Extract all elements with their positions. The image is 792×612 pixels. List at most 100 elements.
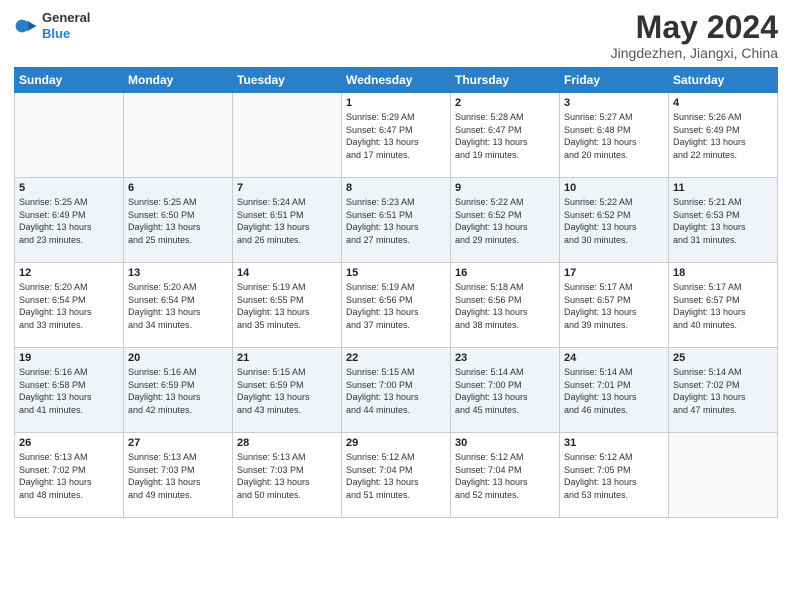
title-block: May 2024 Jingdezhen, Jiangxi, China xyxy=(611,10,778,61)
day-number: 25 xyxy=(673,352,773,364)
table-row: 27 Sunrise: 5:13 AM Sunset: 7:03 PM Dayli… xyxy=(124,433,233,518)
calendar-week-row: 19 Sunrise: 5:16 AM Sunset: 6:58 PM Dayli… xyxy=(15,348,778,433)
day-info: Sunrise: 5:13 AM Sunset: 7:02 PM Dayligh… xyxy=(19,451,119,501)
day-number: 18 xyxy=(673,267,773,279)
table-row: 2Sunrise: 5:28 AM Sunset: 6:47 PM Daylig… xyxy=(451,93,560,178)
col-thursday: Thursday xyxy=(451,68,560,93)
table-row: 24 Sunrise: 5:14 AM Sunset: 7:01 PM Dayli… xyxy=(560,348,669,433)
table-row: 3 Sunrise: 5:27 AM Sunset: 6:48 PM Daylig… xyxy=(560,93,669,178)
day-number: 26 xyxy=(19,437,119,449)
day-info: Sunrise: 5:13 AM Sunset: 7:03 PM Dayligh… xyxy=(128,451,228,501)
day-info: Sunrise: 5:17 AM Sunset: 6:57 PM Dayligh… xyxy=(673,281,773,331)
day-info: Sunrise: 5:22 AM Sunset: 6:52 PM Dayligh… xyxy=(564,196,664,246)
table-row: 12 Sunrise: 5:20 AM Sunset: 6:54 PM Dayli… xyxy=(15,263,124,348)
calendar-page: General Blue May 2024 Jingdezhen, Jiangx… xyxy=(0,0,792,612)
day-number: 23 xyxy=(455,352,555,364)
day-number: 11 xyxy=(673,182,773,194)
table-row: 25 Sunrise: 5:14 AM Sunset: 7:02 PM Dayli… xyxy=(669,348,778,433)
table-row: 20 Sunrise: 5:16 AM Sunset: 6:59 PM Dayli… xyxy=(124,348,233,433)
logo-general: General xyxy=(42,10,90,25)
table-row: 13Sunrise: 5:20 AM Sunset: 6:54 PM Dayli… xyxy=(124,263,233,348)
calendar-week-row: 1 Sunrise: 5:29 AM Sunset: 6:47 PM Daylig… xyxy=(15,93,778,178)
col-tuesday: Tuesday xyxy=(233,68,342,93)
day-number: 10 xyxy=(564,182,664,194)
table-row: 5 Sunrise: 5:25 AM Sunset: 6:49 PM Daylig… xyxy=(15,178,124,263)
col-sunday: Sunday xyxy=(15,68,124,93)
table-row xyxy=(669,433,778,518)
day-info: Sunrise: 5:25 AM Sunset: 6:50 PM Dayligh… xyxy=(128,196,228,246)
day-number: 31 xyxy=(564,437,664,449)
table-row: 22 Sunrise: 5:15 AM Sunset: 7:00 PM Dayli… xyxy=(342,348,451,433)
day-info: Sunrise: 5:14 AM Sunset: 7:02 PM Dayligh… xyxy=(673,366,773,416)
day-info: Sunrise: 5:26 AM Sunset: 6:49 PM Dayligh… xyxy=(673,111,773,161)
day-number: 21 xyxy=(237,352,337,364)
table-row: 8 Sunrise: 5:23 AM Sunset: 6:51 PM Daylig… xyxy=(342,178,451,263)
table-row: 31 Sunrise: 5:12 AM Sunset: 7:05 PM Dayli… xyxy=(560,433,669,518)
day-info: Sunrise: 5:27 AM Sunset: 6:48 PM Dayligh… xyxy=(564,111,664,161)
day-number: 6 xyxy=(128,182,228,194)
day-info: Sunrise: 5:14 AM Sunset: 7:01 PM Dayligh… xyxy=(564,366,664,416)
day-number: 3 xyxy=(564,97,664,109)
day-info: Sunrise: 5:25 AM Sunset: 6:49 PM Dayligh… xyxy=(19,196,119,246)
day-info: Sunrise: 5:20 AM Sunset: 6:54 PM Dayligh… xyxy=(19,281,119,331)
table-row: 17 Sunrise: 5:17 AM Sunset: 6:57 PM Dayli… xyxy=(560,263,669,348)
calendar-week-row: 26 Sunrise: 5:13 AM Sunset: 7:02 PM Dayli… xyxy=(15,433,778,518)
table-row: 9 Sunrise: 5:22 AM Sunset: 6:52 PM Daylig… xyxy=(451,178,560,263)
table-row: 10 Sunrise: 5:22 AM Sunset: 6:52 PM Dayli… xyxy=(560,178,669,263)
calendar-week-row: 5 Sunrise: 5:25 AM Sunset: 6:49 PM Daylig… xyxy=(15,178,778,263)
logo: General Blue xyxy=(14,10,90,41)
day-number: 4 xyxy=(673,97,773,109)
day-info: Sunrise: 5:29 AM Sunset: 6:47 PM Dayligh… xyxy=(346,111,446,161)
day-info: Sunrise: 5:28 AM Sunset: 6:47 PM Dayligh… xyxy=(455,111,555,161)
day-info: Sunrise: 5:16 AM Sunset: 6:58 PM Dayligh… xyxy=(19,366,119,416)
day-info: Sunrise: 5:19 AM Sunset: 6:55 PM Dayligh… xyxy=(237,281,337,331)
day-number: 17 xyxy=(564,267,664,279)
day-info: Sunrise: 5:17 AM Sunset: 6:57 PM Dayligh… xyxy=(564,281,664,331)
day-number: 5 xyxy=(19,182,119,194)
logo-text: General Blue xyxy=(42,10,90,41)
day-number: 8 xyxy=(346,182,446,194)
day-number: 19 xyxy=(19,352,119,364)
table-row: 28Sunrise: 5:13 AM Sunset: 7:03 PM Dayli… xyxy=(233,433,342,518)
table-row: 1 Sunrise: 5:29 AM Sunset: 6:47 PM Daylig… xyxy=(342,93,451,178)
table-row: 6 Sunrise: 5:25 AM Sunset: 6:50 PM Daylig… xyxy=(124,178,233,263)
table-row: 7 Sunrise: 5:24 AM Sunset: 6:51 PM Daylig… xyxy=(233,178,342,263)
day-info: Sunrise: 5:24 AM Sunset: 6:51 PM Dayligh… xyxy=(237,196,337,246)
day-number: 14 xyxy=(237,267,337,279)
day-number: 20 xyxy=(128,352,228,364)
calendar-header-row: Sunday Monday Tuesday Wednesday Thursday… xyxy=(15,68,778,93)
table-row: 30Sunrise: 5:12 AM Sunset: 7:04 PM Dayli… xyxy=(451,433,560,518)
calendar-week-row: 12 Sunrise: 5:20 AM Sunset: 6:54 PM Dayli… xyxy=(15,263,778,348)
day-number: 24 xyxy=(564,352,664,364)
logo-icon xyxy=(14,14,38,38)
day-number: 7 xyxy=(237,182,337,194)
day-number: 15 xyxy=(346,267,446,279)
day-info: Sunrise: 5:23 AM Sunset: 6:51 PM Dayligh… xyxy=(346,196,446,246)
table-row: 19 Sunrise: 5:16 AM Sunset: 6:58 PM Dayli… xyxy=(15,348,124,433)
table-row xyxy=(124,93,233,178)
day-number: 16 xyxy=(455,267,555,279)
table-row: 26 Sunrise: 5:13 AM Sunset: 7:02 PM Dayli… xyxy=(15,433,124,518)
table-row: 16 Sunrise: 5:18 AM Sunset: 6:56 PM Dayli… xyxy=(451,263,560,348)
day-number: 29 xyxy=(346,437,446,449)
col-saturday: Saturday xyxy=(669,68,778,93)
day-info: Sunrise: 5:20 AM Sunset: 6:54 PM Dayligh… xyxy=(128,281,228,331)
day-info: Sunrise: 5:15 AM Sunset: 6:59 PM Dayligh… xyxy=(237,366,337,416)
day-number: 9 xyxy=(455,182,555,194)
day-number: 27 xyxy=(128,437,228,449)
day-info: Sunrise: 5:13 AM Sunset: 7:03 PM Dayligh… xyxy=(237,451,337,501)
day-number: 1 xyxy=(346,97,446,109)
day-number: 12 xyxy=(19,267,119,279)
day-number: 22 xyxy=(346,352,446,364)
day-number: 30 xyxy=(455,437,555,449)
day-info: Sunrise: 5:16 AM Sunset: 6:59 PM Dayligh… xyxy=(128,366,228,416)
day-info: Sunrise: 5:15 AM Sunset: 7:00 PM Dayligh… xyxy=(346,366,446,416)
day-info: Sunrise: 5:18 AM Sunset: 6:56 PM Dayligh… xyxy=(455,281,555,331)
day-info: Sunrise: 5:12 AM Sunset: 7:05 PM Dayligh… xyxy=(564,451,664,501)
table-row: 15Sunrise: 5:19 AM Sunset: 6:56 PM Dayli… xyxy=(342,263,451,348)
page-header: General Blue May 2024 Jingdezhen, Jiangx… xyxy=(14,10,778,61)
month-title: May 2024 xyxy=(611,10,778,45)
day-info: Sunrise: 5:22 AM Sunset: 6:52 PM Dayligh… xyxy=(455,196,555,246)
table-row: 14 Sunrise: 5:19 AM Sunset: 6:55 PM Dayli… xyxy=(233,263,342,348)
table-row: 11Sunrise: 5:21 AM Sunset: 6:53 PM Dayli… xyxy=(669,178,778,263)
